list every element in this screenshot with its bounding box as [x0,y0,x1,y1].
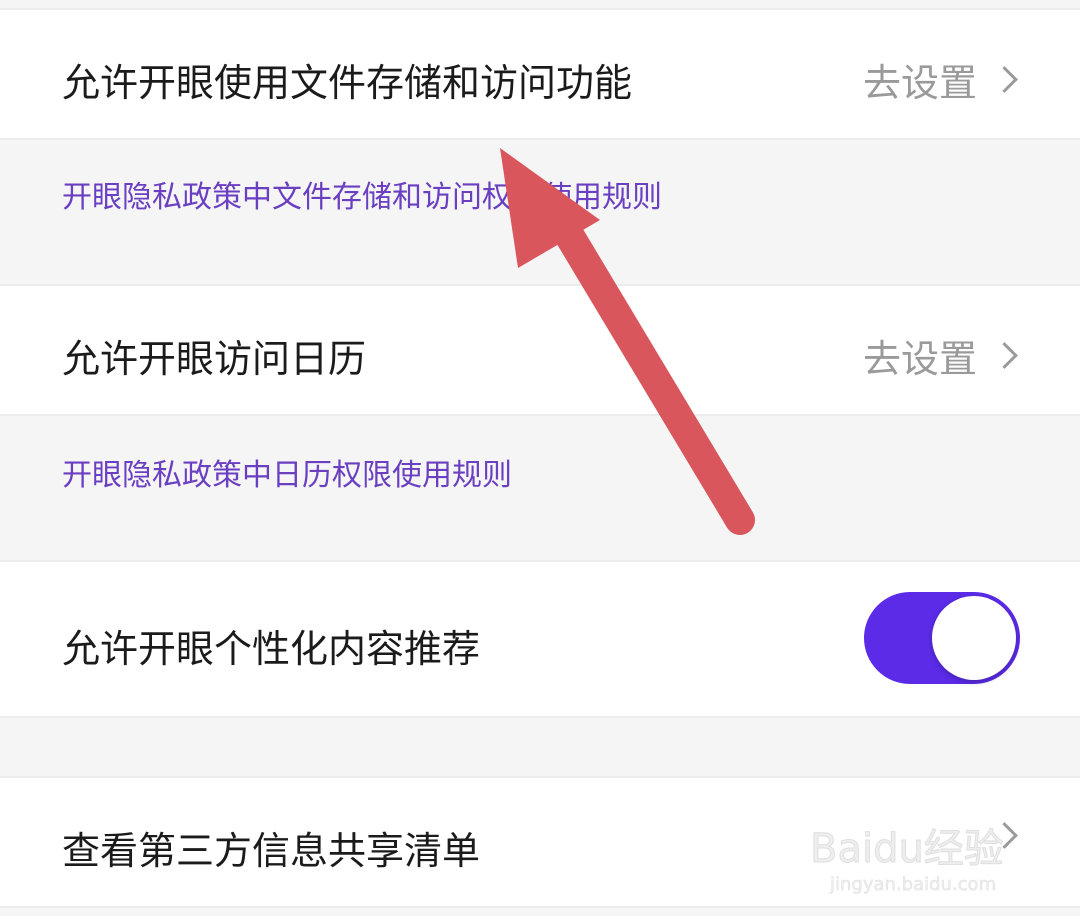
file-storage-row[interactable]: 允许开眼使用文件存储和访问功能 去设置 [0,8,1080,140]
svg-text:Baidu经验: Baidu经验 [810,826,1004,872]
calendar-settings-button[interactable]: 去设置 [863,328,1020,383]
calendar-settings-label: 去设置 [862,337,977,381]
chevron-right-icon [991,66,1018,93]
third-party-label: 查看第三方信息共享清单 [62,829,481,873]
file-storage-settings-button[interactable]: 去设置 [863,52,1020,107]
calendar-row[interactable]: 允许开眼访问日历 去设置 [0,284,1080,416]
calendar-label: 允许开眼访问日历 [62,337,367,381]
file-storage-settings-label: 去设置 [862,61,977,105]
svg-text:jingyan.baidu.com: jingyan.baidu.com [829,874,996,895]
file-storage-label: 允许开眼使用文件存储和访问功能 [62,61,633,105]
chevron-right-icon [991,342,1018,369]
personalized-toggle[interactable] [864,592,1020,684]
file-storage-policy-link[interactable]: 开眼隐私政策中文件存储和访问权限使用规则 [62,172,662,216]
baidu-jingyan-watermark: Baidu经验 jingyan.baidu.com [810,826,1004,896]
toggle-knob [932,596,1016,680]
personalized-row: 允许开眼个性化内容推荐 [0,560,1080,718]
personalized-label: 允许开眼个性化内容推荐 [62,627,481,671]
calendar-policy-link[interactable]: 开眼隐私政策中日历权限使用规则 [62,450,512,494]
